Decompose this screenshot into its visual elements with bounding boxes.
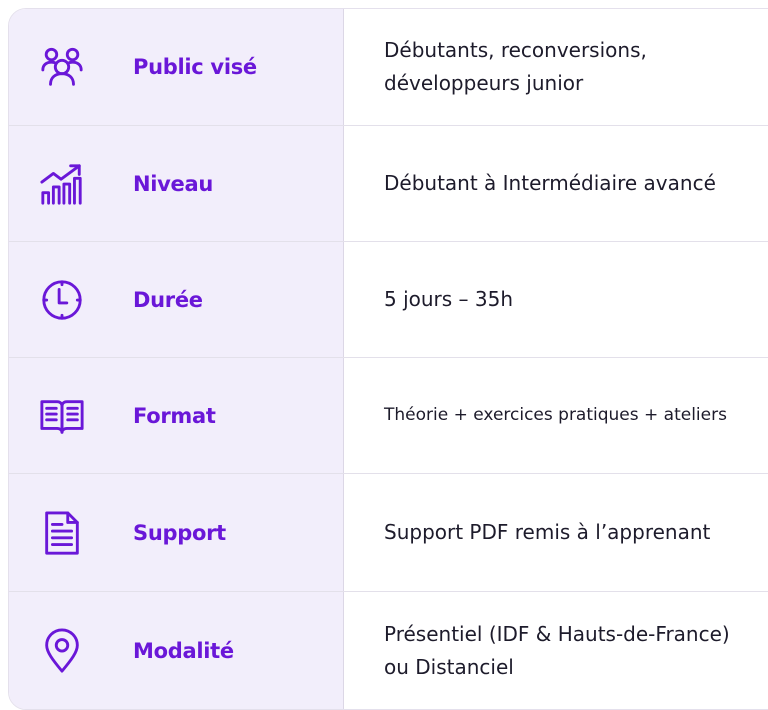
row-modalite: Modalité Présentiel (IDF & Hauts-de-Fran… xyxy=(9,592,768,709)
info-table: Public visé Débutants, reconversions, dé… xyxy=(8,8,768,710)
row-value-text: Débutants, reconversions, développeurs j… xyxy=(384,38,647,95)
row-value-text: Théorie + exercices pratiques + ateliers xyxy=(384,405,727,426)
row-label: Support xyxy=(133,520,226,545)
label-cell: Modalité xyxy=(9,592,344,709)
row-value-text: Présentiel (IDF & Hauts-de-France) ou Di… xyxy=(384,621,730,679)
location-pin-icon xyxy=(39,628,85,674)
row-value: Débutants, reconversions, développeurs j… xyxy=(344,9,768,125)
row-value: Débutant à Intermédiaire avancé xyxy=(344,126,768,241)
label-cell: Support xyxy=(9,474,344,591)
label-cell: Public visé xyxy=(9,9,344,125)
row-niveau: Niveau Débutant à Intermédiaire avancé xyxy=(9,126,768,242)
row-label: Modalité xyxy=(133,638,234,663)
row-label: Public visé xyxy=(133,55,257,79)
row-value-text: Débutant à Intermédiaire avancé xyxy=(384,171,716,195)
users-icon xyxy=(39,44,85,90)
row-label: Format xyxy=(133,403,216,428)
clock-icon xyxy=(39,277,85,323)
row-value: Présentiel (IDF & Hauts-de-France) ou Di… xyxy=(344,592,768,709)
document-icon xyxy=(39,510,85,556)
book-icon xyxy=(39,393,85,439)
row-value-text: Support PDF remis à l’apprenant xyxy=(384,520,711,544)
row-duree: Durée 5 jours – 35h xyxy=(9,242,768,358)
label-cell: Niveau xyxy=(9,126,344,241)
row-label: Niveau xyxy=(133,171,214,196)
label-cell: Durée xyxy=(9,242,344,357)
row-public: Public visé Débutants, reconversions, dé… xyxy=(9,9,768,126)
label-cell: Format xyxy=(9,358,344,473)
row-support: Support Support PDF remis à l’apprenant xyxy=(9,474,768,592)
row-format: Format Théorie + exercices pratiques + a… xyxy=(9,358,768,474)
row-value: Support PDF remis à l’apprenant xyxy=(344,474,768,591)
row-value-text: 5 jours – 35h xyxy=(384,287,514,311)
row-value: 5 jours – 35h xyxy=(344,242,768,357)
row-label: Durée xyxy=(133,287,203,312)
row-value: Théorie + exercices pratiques + ateliers xyxy=(344,358,768,473)
growth-chart-icon xyxy=(39,161,85,207)
